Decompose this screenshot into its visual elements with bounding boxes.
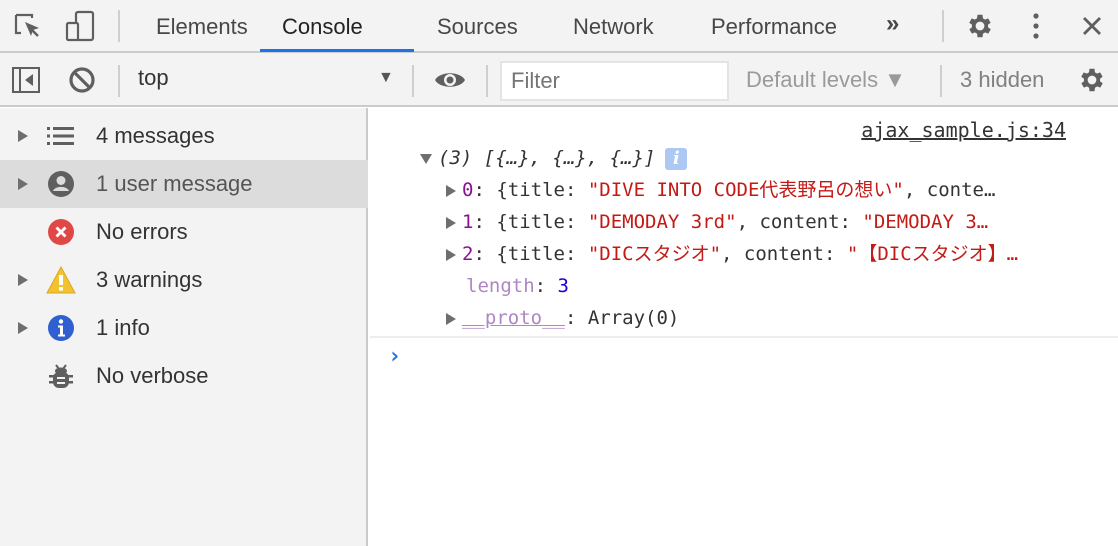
item-title: "DEMODAY 3rd" xyxy=(587,211,737,233)
context-dropdown-arrow-icon[interactable]: ▼ xyxy=(378,69,394,87)
devtools-tab-bar: Elements Console Sources Network Perform… xyxy=(0,0,1118,53)
expand-arrow-icon[interactable] xyxy=(446,216,456,229)
tab-performance[interactable]: Performance xyxy=(711,0,837,53)
clear-console-icon[interactable] xyxy=(66,64,98,96)
info-badge-icon[interactable]: i xyxy=(665,147,688,170)
context-selector[interactable]: top xyxy=(138,65,169,91)
tab-console[interactable]: Console xyxy=(282,0,363,53)
separator xyxy=(942,10,944,42)
item-rest: , content: xyxy=(721,243,847,265)
sidebar-item-messages[interactable]: 4 messages xyxy=(0,112,368,160)
expand-arrow-icon[interactable] xyxy=(446,248,456,261)
filter-input[interactable] xyxy=(500,61,729,101)
length-key: length xyxy=(466,275,535,297)
expand-arrow-icon[interactable] xyxy=(446,184,456,197)
sidebar-item-label: 1 user message xyxy=(96,171,253,196)
console-prompt-icon[interactable]: › xyxy=(388,344,401,369)
array-log-entry[interactable]: (3) [{…}, {…}, {…}] i xyxy=(420,142,688,174)
sidebar-item-label: 4 messages xyxy=(96,123,215,148)
console-toolbar: top ▼ Default levels ▼ 3 hidden xyxy=(0,53,1118,107)
expand-arrow-icon[interactable] xyxy=(18,178,28,190)
error-icon xyxy=(46,217,76,247)
active-tab-indicator xyxy=(260,49,414,52)
item-prefix: : {title: xyxy=(473,179,588,201)
bug-icon xyxy=(46,361,76,391)
console-output: ajax_sample.js:34 (3) [{…}, {…}, {…}] i 0… xyxy=(370,108,1118,546)
item-rest: , conte… xyxy=(903,179,996,201)
log-levels-dropdown[interactable]: Default levels ▼ xyxy=(746,67,906,93)
item-index: 1 xyxy=(462,211,474,233)
close-icon[interactable] xyxy=(1076,10,1108,42)
more-tabs-button[interactable]: » xyxy=(886,10,900,38)
inspect-element-icon[interactable] xyxy=(12,10,44,42)
tab-network[interactable]: Network xyxy=(573,0,654,53)
sidebar-item-label: 1 info xyxy=(96,315,150,340)
sidebar-item-warnings[interactable]: 3 warnings xyxy=(0,256,368,304)
live-expression-eye-icon[interactable] xyxy=(434,64,466,96)
warning-icon xyxy=(46,265,76,295)
divider xyxy=(370,336,1118,338)
sidebar-item-errors[interactable]: No errors xyxy=(0,208,368,256)
device-toolbar-icon[interactable] xyxy=(64,10,96,42)
item-index: 0 xyxy=(462,179,474,201)
info-icon xyxy=(46,313,76,343)
expand-arrow-icon[interactable] xyxy=(18,274,28,286)
sidebar-item-label: 3 warnings xyxy=(96,267,203,292)
item-prefix: : {title: xyxy=(473,211,588,233)
sidebar-item-label: No errors xyxy=(96,219,188,244)
array-item-2[interactable]: 2: {title: "DICスタジオ", content: "【DICスタジオ… xyxy=(446,238,1018,270)
sidebar-item-verbose[interactable]: No verbose xyxy=(0,352,368,400)
proto-value: : Array(0) xyxy=(564,307,680,329)
list-icon xyxy=(46,121,76,151)
sidebar-item-info[interactable]: 1 info xyxy=(0,304,368,352)
settings-gear-icon[interactable] xyxy=(964,10,996,42)
array-item-0[interactable]: 0: {title: "DIVE INTO CODE代表野呂の想い", cont… xyxy=(446,174,995,206)
tab-sources[interactable]: Sources xyxy=(437,0,518,53)
expand-arrow-icon[interactable] xyxy=(18,130,28,142)
proto-key: __proto__ xyxy=(462,307,565,329)
separator xyxy=(118,10,120,42)
item-index: 2 xyxy=(462,243,474,265)
array-summary: (3) [{…}, {…}, {…}] xyxy=(438,147,656,169)
expand-arrow-icon[interactable] xyxy=(18,322,28,334)
expand-arrow-icon[interactable] xyxy=(446,312,456,325)
console-sidebar: 4 messages 1 user message No errors 3 wa… xyxy=(0,108,368,546)
separator xyxy=(118,65,120,97)
sidebar-item-user-messages[interactable]: 1 user message xyxy=(0,160,368,208)
item-content: "DEMODAY 3… xyxy=(862,211,989,233)
item-rest: , content: xyxy=(736,211,863,233)
item-title: "DICスタジオ" xyxy=(587,243,722,265)
more-options-icon[interactable] xyxy=(1020,10,1052,42)
sidebar-item-label: No verbose xyxy=(96,363,209,388)
item-content: "【DICスタジオ】… xyxy=(846,243,1019,265)
show-sidebar-icon[interactable] xyxy=(10,64,42,96)
array-length: length: 3 xyxy=(466,275,569,297)
separator xyxy=(412,65,414,97)
hidden-messages-count: 3 hidden xyxy=(960,67,1045,92)
item-title: "DIVE INTO CODE代表野呂の想い" xyxy=(587,179,904,201)
tab-elements[interactable]: Elements xyxy=(156,0,248,53)
array-item-1[interactable]: 1: {title: "DEMODAY 3rd", content: "DEMO… xyxy=(446,206,988,238)
item-prefix: : {title: xyxy=(473,243,588,265)
collapse-arrow-icon[interactable] xyxy=(420,153,432,164)
separator xyxy=(486,65,488,97)
source-link[interactable]: ajax_sample.js:34 xyxy=(861,118,1066,142)
console-settings-gear-icon[interactable] xyxy=(1076,64,1108,96)
length-value: 3 xyxy=(557,275,569,297)
user-icon xyxy=(46,169,76,199)
separator xyxy=(940,65,942,97)
array-proto[interactable]: __proto__: Array(0) xyxy=(446,302,679,334)
